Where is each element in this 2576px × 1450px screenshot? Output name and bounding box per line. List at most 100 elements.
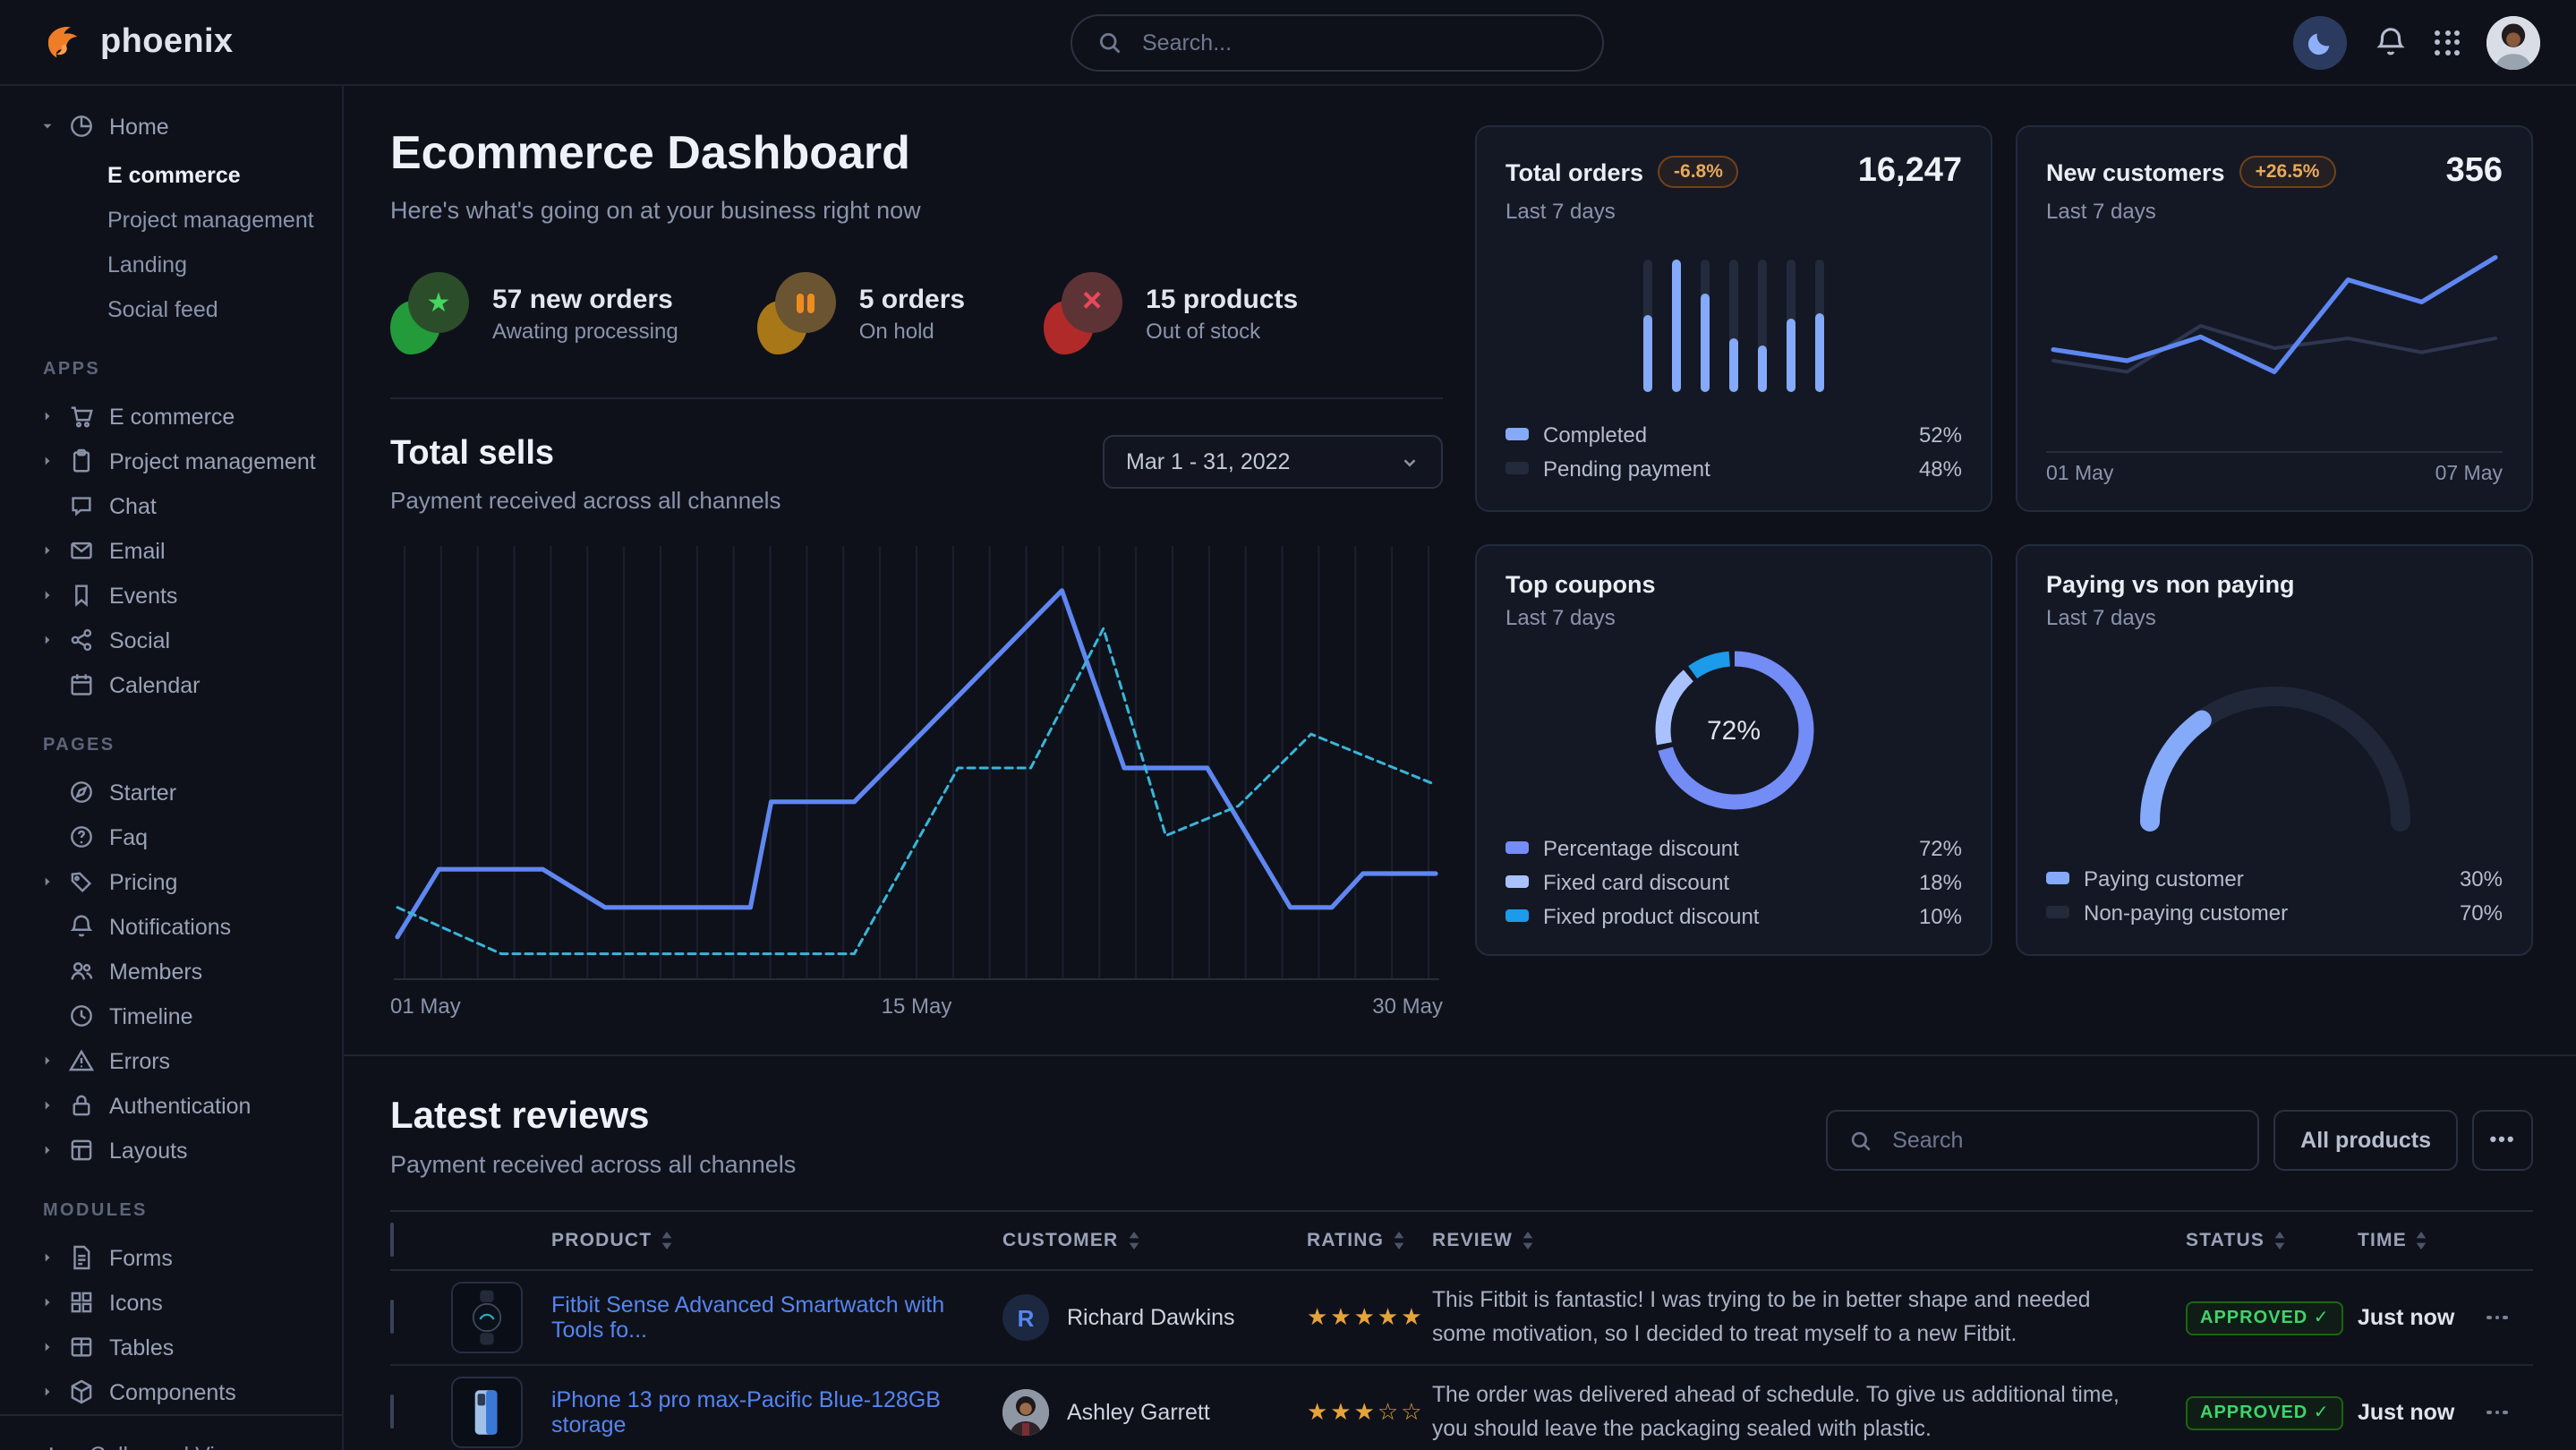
sidebar-subitem-landing[interactable]: Landing <box>0 242 342 286</box>
column-header-rating[interactable]: RATING <box>1307 1230 1432 1251</box>
sidebar-subitem-social-feed[interactable]: Social feed <box>0 286 342 331</box>
stat-label: Out of stock <box>1146 319 1298 344</box>
collapsed-view-button[interactable]: Collapsed View <box>0 1414 342 1450</box>
product-thumbnail[interactable] <box>451 1282 523 1353</box>
caret-right-icon <box>39 874 55 890</box>
reviews-table: PRODUCTCUSTOMERRATINGREVIEWSTATUSTIME Fi… <box>390 1210 2533 1450</box>
grid-9-icon <box>2435 30 2460 55</box>
sidebar-item-events[interactable]: Events <box>0 573 342 618</box>
customer-avatar[interactable] <box>1002 1389 1049 1436</box>
sidebar-item-layouts[interactable]: Layouts <box>0 1128 342 1173</box>
brand[interactable]: phoenix <box>43 21 234 64</box>
sidebar-item-starter[interactable]: Starter <box>0 770 342 815</box>
sidebar-item-project-management[interactable]: Project management <box>0 439 342 483</box>
legend-value: 48% <box>1919 456 1962 481</box>
caret-right-icon <box>39 1250 55 1266</box>
theme-toggle-button[interactable] <box>2293 15 2347 69</box>
product-link[interactable]: iPhone 13 pro max-Pacific Blue-128GB sto… <box>551 1387 1002 1437</box>
search-icon <box>1097 30 1122 55</box>
sidebar-item-calendar[interactable]: Calendar <box>0 662 342 707</box>
row-menu-button[interactable] <box>2486 1411 2533 1415</box>
sidebar-item-home[interactable]: Home <box>0 104 342 149</box>
sidebar-item-chat[interactable]: Chat <box>0 483 342 528</box>
new-customers-card: New customers +26.5% 356 Last 7 days 01 … <box>2016 125 2533 512</box>
chat-icon <box>68 492 97 519</box>
top-navbar: phoenix <box>0 0 2576 86</box>
reviews-search-input[interactable] <box>1889 1126 2236 1155</box>
caret-down-icon <box>39 118 55 134</box>
stat-blob-icon: × <box>1044 272 1122 354</box>
product-link[interactable]: Fitbit Sense Advanced Smartwatch with To… <box>551 1292 1002 1343</box>
select-all-checkbox[interactable] <box>390 1223 394 1257</box>
apps-menu-button[interactable] <box>2435 30 2460 55</box>
legend-label: Pending payment <box>1543 456 1710 481</box>
all-products-button[interactable]: All products <box>2273 1110 2458 1171</box>
sidebar-subitem-project-management[interactable]: Project management <box>0 197 342 242</box>
sidebar-item-email[interactable]: Email <box>0 528 342 573</box>
review-text: The order was delivered ahead of schedul… <box>1432 1378 2186 1446</box>
card-title: Total orders <box>1506 158 1643 185</box>
column-header-customer[interactable]: CUSTOMER <box>1002 1230 1307 1251</box>
sidebar-item-label: Faq <box>109 824 148 849</box>
sidebar-item-tables[interactable]: Tables <box>0 1325 342 1369</box>
legend-label: Percentage discount <box>1543 835 1739 860</box>
notifications-button[interactable] <box>2374 25 2408 59</box>
reviews-search[interactable] <box>1826 1110 2259 1171</box>
chevron-down-icon <box>1400 452 1420 472</box>
column-header-time[interactable]: TIME <box>2358 1230 2486 1251</box>
stat-label: Awating processing <box>492 319 678 344</box>
customer-avatar[interactable]: R <box>1002 1294 1049 1341</box>
legend-value: 30% <box>2460 866 2503 891</box>
row-checkbox[interactable] <box>390 1300 394 1334</box>
bar-fill <box>1787 320 1796 392</box>
moon-icon <box>2307 29 2333 55</box>
sidebar-item-label: Pricing <box>109 869 177 894</box>
star-icon: ★ <box>408 272 469 333</box>
sidebar-item-icons[interactable]: Icons <box>0 1280 342 1325</box>
stat-label: On hold <box>859 319 965 344</box>
navbar-search[interactable] <box>1070 14 1604 72</box>
stat-57-new-orders: ★57 new ordersAwating processing <box>390 272 678 354</box>
sidebar-item-notifications[interactable]: Notifications <box>0 904 342 949</box>
sidebar-item-social[interactable]: Social <box>0 618 342 662</box>
date-range-select[interactable]: Mar 1 - 31, 2022 <box>1103 435 1443 489</box>
x-label: 01 May <box>2046 464 2113 485</box>
sidebar-item-components[interactable]: Components <box>0 1369 342 1414</box>
card-title: New customers <box>2046 158 2225 185</box>
column-header-product[interactable]: PRODUCT <box>551 1230 1002 1251</box>
orders-legend-completed: Completed52% <box>1506 417 1962 451</box>
product-thumbnail[interactable] <box>451 1377 523 1448</box>
sidebar-section-pages: PAGES <box>43 736 342 755</box>
grid-squares-icon <box>68 1289 97 1316</box>
sidebar-section-apps: APPS <box>43 360 342 380</box>
sidebar-item-forms[interactable]: Forms <box>0 1235 342 1280</box>
sidebar-item-authentication[interactable]: Authentication <box>0 1083 342 1128</box>
column-header-status[interactable]: STATUS <box>2186 1230 2358 1251</box>
sidebar-item-label: Email <box>109 538 166 563</box>
sidebar-item-timeline[interactable]: Timeline <box>0 994 342 1038</box>
sort-icon <box>2273 1232 2286 1250</box>
caret-right-icon <box>39 1097 55 1113</box>
sidebar-item-faq[interactable]: Faq <box>0 815 342 859</box>
sidebar-item-e-commerce[interactable]: E commerce <box>0 394 342 439</box>
more-options-button[interactable]: ••• <box>2472 1110 2533 1171</box>
warning-triangle-icon <box>68 1047 97 1074</box>
bell-icon <box>2374 25 2408 59</box>
sidebar-item-label: Authentication <box>109 1093 251 1118</box>
navbar-search-input[interactable] <box>1139 29 1577 57</box>
clock-icon <box>68 1002 97 1029</box>
review-time: Just now <box>2358 1400 2486 1425</box>
x-label: 15 May <box>882 994 952 1019</box>
sidebar-item-members[interactable]: Members <box>0 949 342 994</box>
row-menu-button[interactable] <box>2486 1316 2533 1320</box>
sidebar: HomeE commerceProject managementLandingS… <box>0 86 344 1450</box>
sidebar-subitem-e-commerce[interactable]: E commerce <box>0 152 342 197</box>
row-checkbox[interactable] <box>390 1395 394 1429</box>
navbar-actions <box>2293 15 2540 69</box>
user-avatar[interactable] <box>2486 15 2540 69</box>
sidebar-item-label: Chat <box>109 493 157 518</box>
pie-chart-icon <box>68 113 97 140</box>
sidebar-item-errors[interactable]: Errors <box>0 1038 342 1083</box>
sidebar-item-pricing[interactable]: Pricing <box>0 859 342 904</box>
column-header-review[interactable]: REVIEW <box>1432 1230 2186 1251</box>
